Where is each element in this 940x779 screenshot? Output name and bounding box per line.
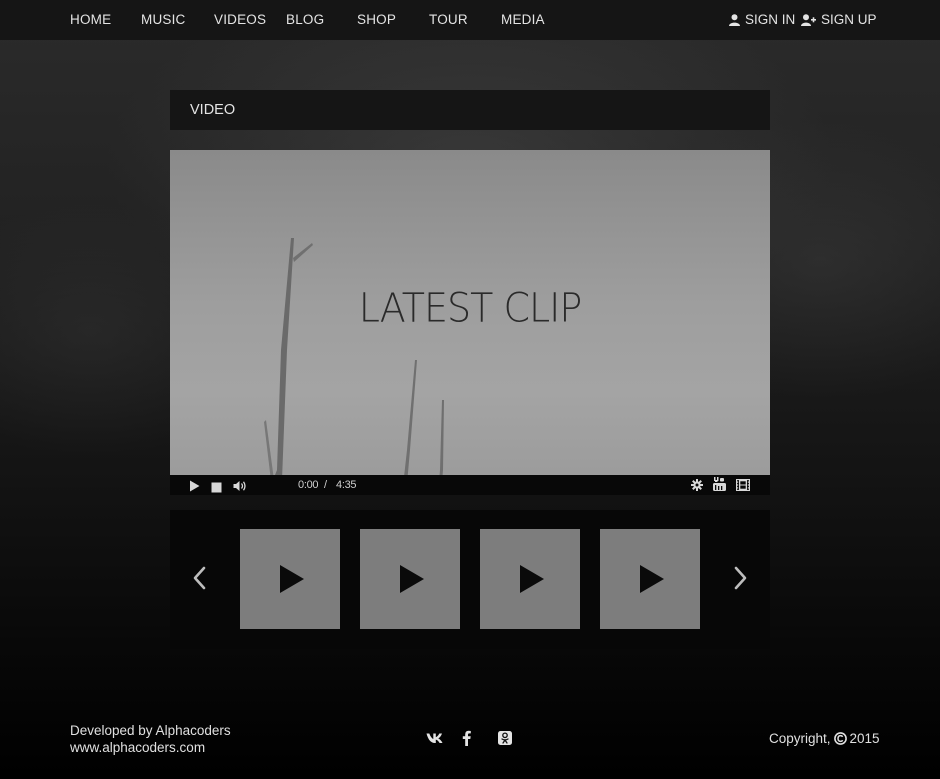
vk-icon[interactable] <box>426 731 443 749</box>
sign-in-link[interactable]: SIGN IN <box>729 12 795 28</box>
user-plus-icon <box>801 14 816 26</box>
video-thumbnail[interactable] <box>240 529 340 629</box>
video-thumbnail[interactable] <box>360 529 460 629</box>
nav-item-music[interactable]: MUSIC <box>141 12 186 28</box>
sign-up-label: SIGN UP <box>821 12 877 27</box>
video-thumbnail-carousel <box>170 510 770 649</box>
copyright-year: 2015 <box>849 731 880 746</box>
time-separator: / <box>324 479 327 491</box>
youtube-icon[interactable] <box>713 477 726 495</box>
developer-credit: Developed by Alphacoders <box>70 723 231 738</box>
play-icon <box>400 565 424 593</box>
developer-website-link[interactable]: www.alphacoders.com <box>70 739 231 756</box>
sign-in-label: SIGN IN <box>745 12 796 27</box>
volume-icon[interactable] <box>233 479 247 495</box>
section-title: VIDEO <box>190 102 236 118</box>
nav-item-videos[interactable]: VIDEOS <box>214 12 266 28</box>
nav-item-tour[interactable]: TOUR <box>429 12 468 28</box>
sign-up-link[interactable]: SIGN UP <box>801 12 877 28</box>
copyright-notice: Copyright, 2015 <box>769 730 880 747</box>
fullscreen-film-icon[interactable] <box>735 478 751 495</box>
play-icon <box>280 565 304 593</box>
current-time: 0:00 <box>298 479 319 491</box>
stop-icon[interactable] <box>211 480 222 495</box>
nav-item-media[interactable]: MEDIA <box>501 12 545 28</box>
nav-item-home[interactable]: HOME <box>70 12 111 28</box>
play-icon <box>520 565 544 593</box>
play-icon <box>640 565 664 593</box>
clip-title: LATEST CLIP <box>358 284 583 332</box>
user-icon <box>729 14 740 26</box>
video-thumbnail[interactable] <box>480 529 580 629</box>
video-section-header: VIDEO <box>170 90 770 130</box>
settings-gear-icon[interactable] <box>691 478 703 495</box>
video-thumbnail[interactable] <box>600 529 700 629</box>
copyright-label: Copyright, <box>769 731 831 746</box>
copyright-icon <box>833 732 847 745</box>
nav-item-shop[interactable]: SHOP <box>357 12 396 28</box>
footer-credits: Developed by Alphacoders www.alphacoders… <box>70 722 231 756</box>
odnoklassniki-icon[interactable] <box>498 731 512 750</box>
video-frame[interactable]: LATEST CLIP <box>170 150 770 495</box>
facebook-icon[interactable] <box>462 730 471 751</box>
video-player[interactable]: LATEST CLIP 0:00 / 4:35 <box>170 150 770 495</box>
play-icon[interactable] <box>189 479 200 495</box>
player-control-bar: 0:00 / 4:35 <box>170 475 770 495</box>
top-navbar: HOME MUSIC VIDEOS BLOG SHOP TOUR MEDIA S… <box>0 0 940 40</box>
duration: 4:35 <box>336 479 357 491</box>
nav-item-blog[interactable]: BLOG <box>286 12 324 28</box>
chevron-right-icon[interactable] <box>734 566 748 595</box>
chevron-left-icon[interactable] <box>192 566 206 595</box>
